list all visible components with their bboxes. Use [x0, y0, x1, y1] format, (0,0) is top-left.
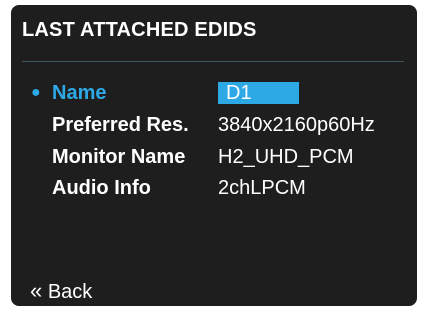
back-label: Back — [47, 281, 93, 303]
field-value-audio-info: 2chLPCM — [218, 177, 306, 199]
selection-bullet-icon: ● — [31, 84, 41, 101]
field-label-name: Name — [52, 82, 107, 104]
double-chevron-left-icon: « — [30, 278, 42, 303]
field-label-preferred-res: Preferred Res. — [52, 114, 189, 136]
field-value-monitor-name: H2_UHD_PCM — [218, 146, 354, 168]
header-divider — [22, 61, 404, 62]
field-label-audio-info: Audio Info — [52, 177, 151, 199]
back-button[interactable]: « Back — [30, 279, 92, 304]
device-screen: LAST ATTACHED EDIDS ● Name D1 Preferred … — [11, 5, 417, 306]
field-label-monitor-name: Monitor Name — [52, 146, 186, 168]
field-value-preferred-res: 3840x2160p60Hz — [218, 114, 375, 136]
name-value-field[interactable]: D1 — [218, 82, 299, 104]
page-title: LAST ATTACHED EDIDS — [22, 19, 257, 41]
